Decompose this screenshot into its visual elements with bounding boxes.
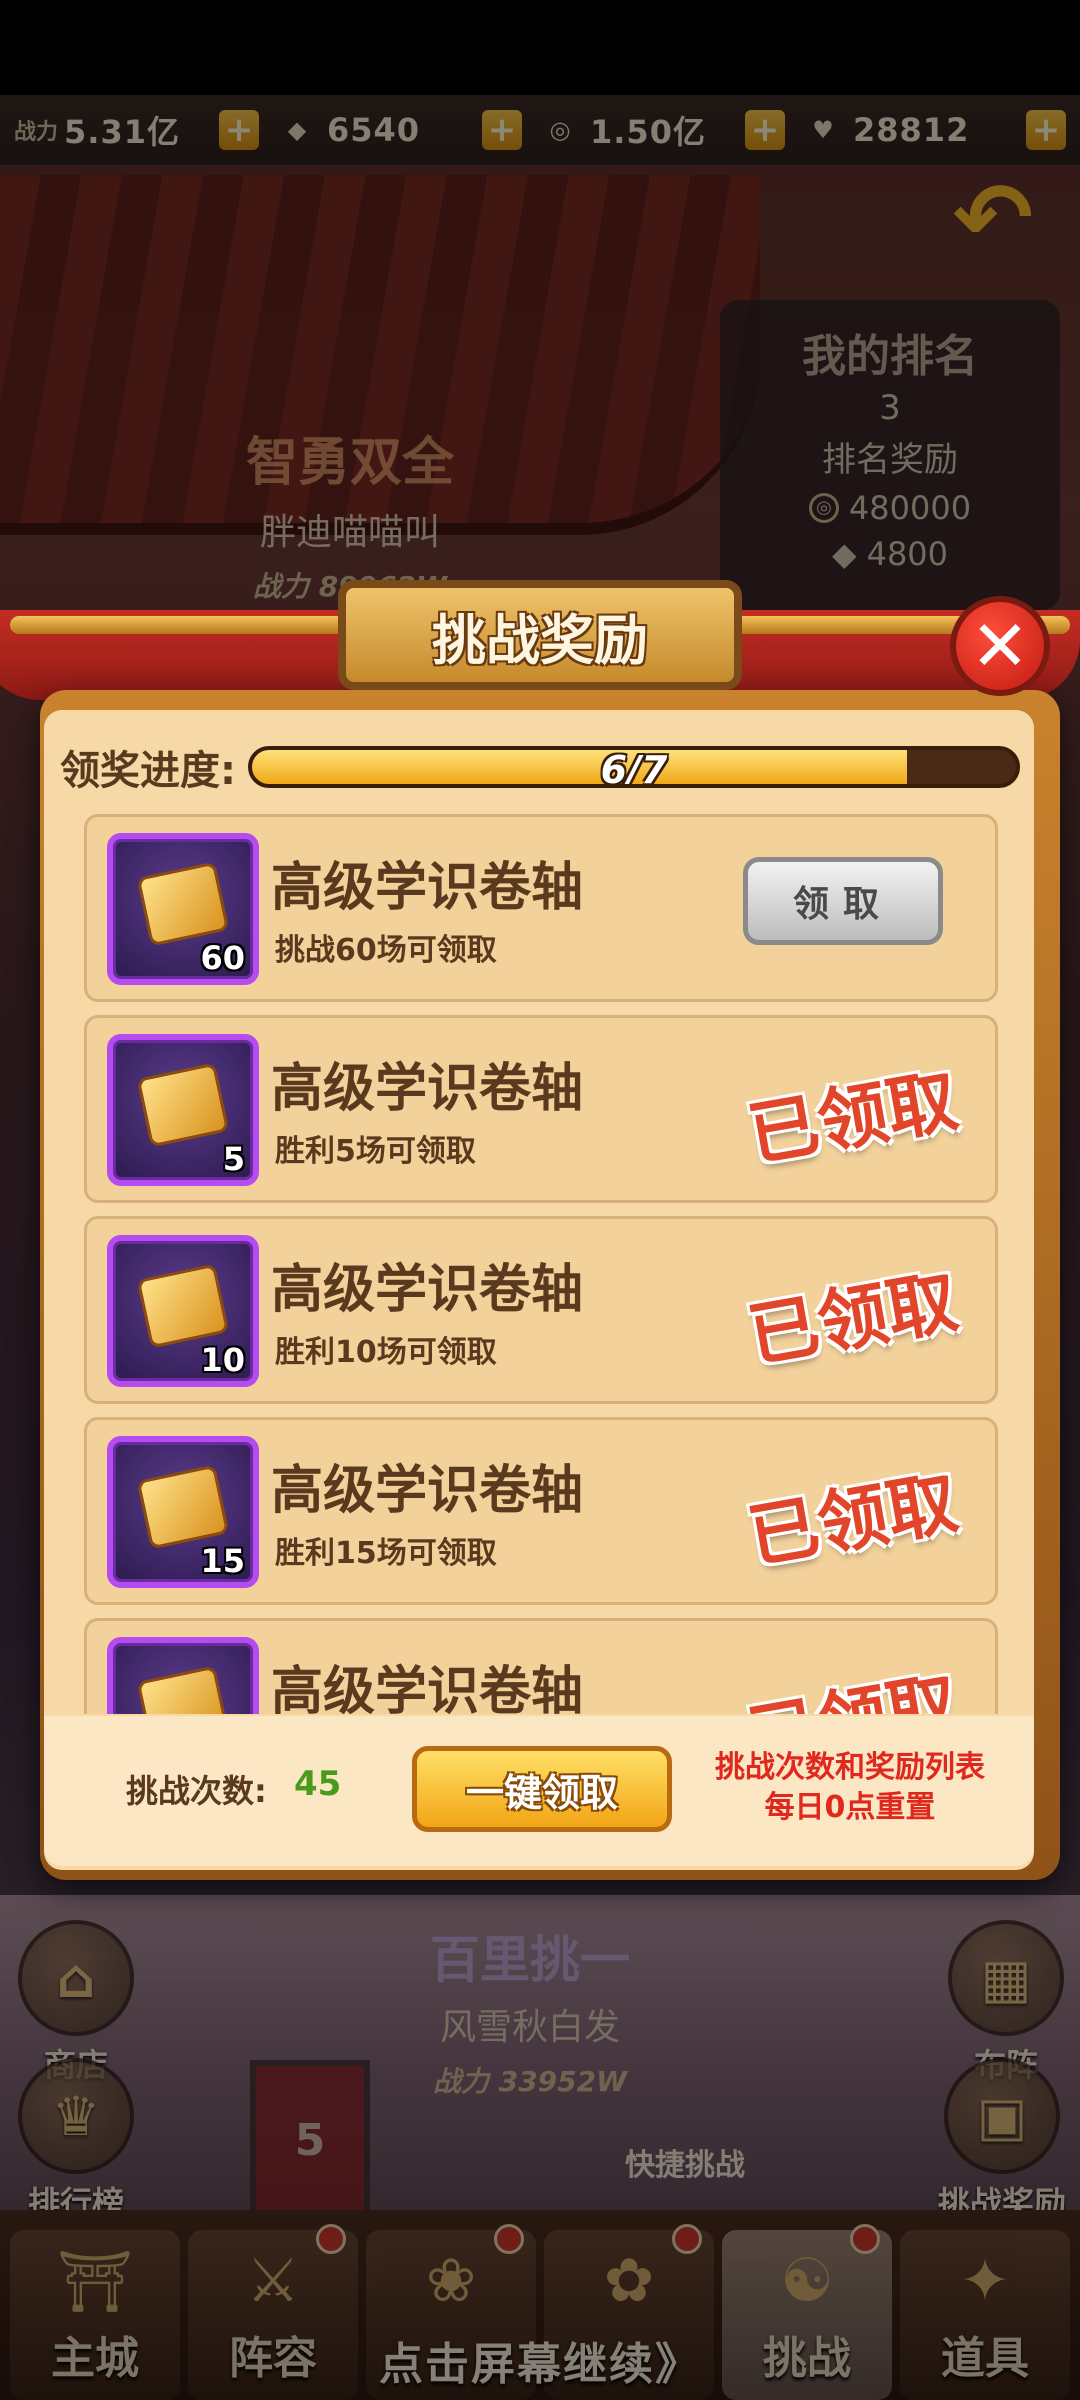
progress-bar: 6/7 [248,746,1020,788]
item-condition: 挑战60场可领取 [275,933,497,968]
reward-progress: 领奖进度: 6/7 [60,737,1020,797]
scroll-item-icon[interactable]: 15 [107,1436,259,1588]
claim-button[interactable]: 领取 [743,857,943,945]
reward-card: 高级学识卷轴 已领取 [84,1618,998,1714]
item-quantity: 60 [200,939,245,977]
claimed-stamp: 已领取 [740,1648,964,1714]
item-quantity: 15 [200,1542,245,1580]
item-condition: 胜利5场可领取 [275,1134,476,1169]
item-quantity: 10 [200,1341,245,1379]
modal-title-plate: 挑战奖励 [338,580,742,690]
progress-text: 6/7 [600,748,668,788]
claimed-stamp: 已领取 [742,1260,964,1378]
close-icon[interactable]: ✕ [950,596,1050,696]
item-name: 高级学识卷轴 [271,1662,584,1714]
scroll-item-icon[interactable]: 60 [107,833,259,985]
scroll-icon [136,1464,230,1550]
item-name: 高级学识卷轴 [271,1260,584,1320]
item-name: 高级学识卷轴 [271,1461,584,1521]
challenge-count-label: 挑战次数: [126,1772,267,1810]
scroll-item-icon[interactable]: 10 [107,1235,259,1387]
claimed-stamp: 已领取 [742,1461,964,1579]
challenge-count-value: 45 [294,1764,342,1804]
claimed-stamp: 已领取 [742,1059,964,1177]
reward-card: 10 高级学识卷轴 胜利10场可领取 已领取 [84,1216,998,1404]
claim-all-button[interactable]: 一键领取 [412,1746,672,1832]
scroll-item-icon[interactable] [107,1637,259,1714]
scroll-item-icon[interactable]: 5 [107,1034,259,1186]
item-condition: 胜利10场可领取 [275,1335,497,1370]
reset-note: 挑战次数和奖励列表 每日0点重置 [680,1748,1020,1828]
modal-footer: 挑战次数: 45 一键领取 挑战次数和奖励列表 每日0点重置 [44,1716,1034,1866]
reward-card: 5 高级学识卷轴 胜利5场可领取 已领取 [84,1015,998,1203]
item-quantity: 5 [222,1140,245,1178]
reward-list[interactable]: 60 高级学识卷轴 挑战60场可领取 领取 5 高级学识卷轴 胜利5场可领取 已… [84,814,998,1714]
progress-label: 领奖进度: [60,748,236,794]
reset-note-line1: 挑战次数和奖励列表 [715,1750,985,1785]
item-name: 高级学识卷轴 [271,1059,584,1119]
reward-card: 60 高级学识卷轴 挑战60场可领取 领取 [84,814,998,1002]
item-condition: 胜利15场可领取 [275,1536,497,1571]
reward-card: 15 高级学识卷轴 胜利15场可领取 已领取 [84,1417,998,1605]
scroll-icon [136,1263,230,1349]
scroll-icon [136,861,230,947]
modal-title: 挑战奖励 [432,608,648,672]
scroll-icon [136,1665,230,1714]
item-name: 高级学识卷轴 [271,858,584,918]
reset-note-line2: 每日0点重置 [764,1790,936,1825]
scroll-icon [136,1062,230,1148]
